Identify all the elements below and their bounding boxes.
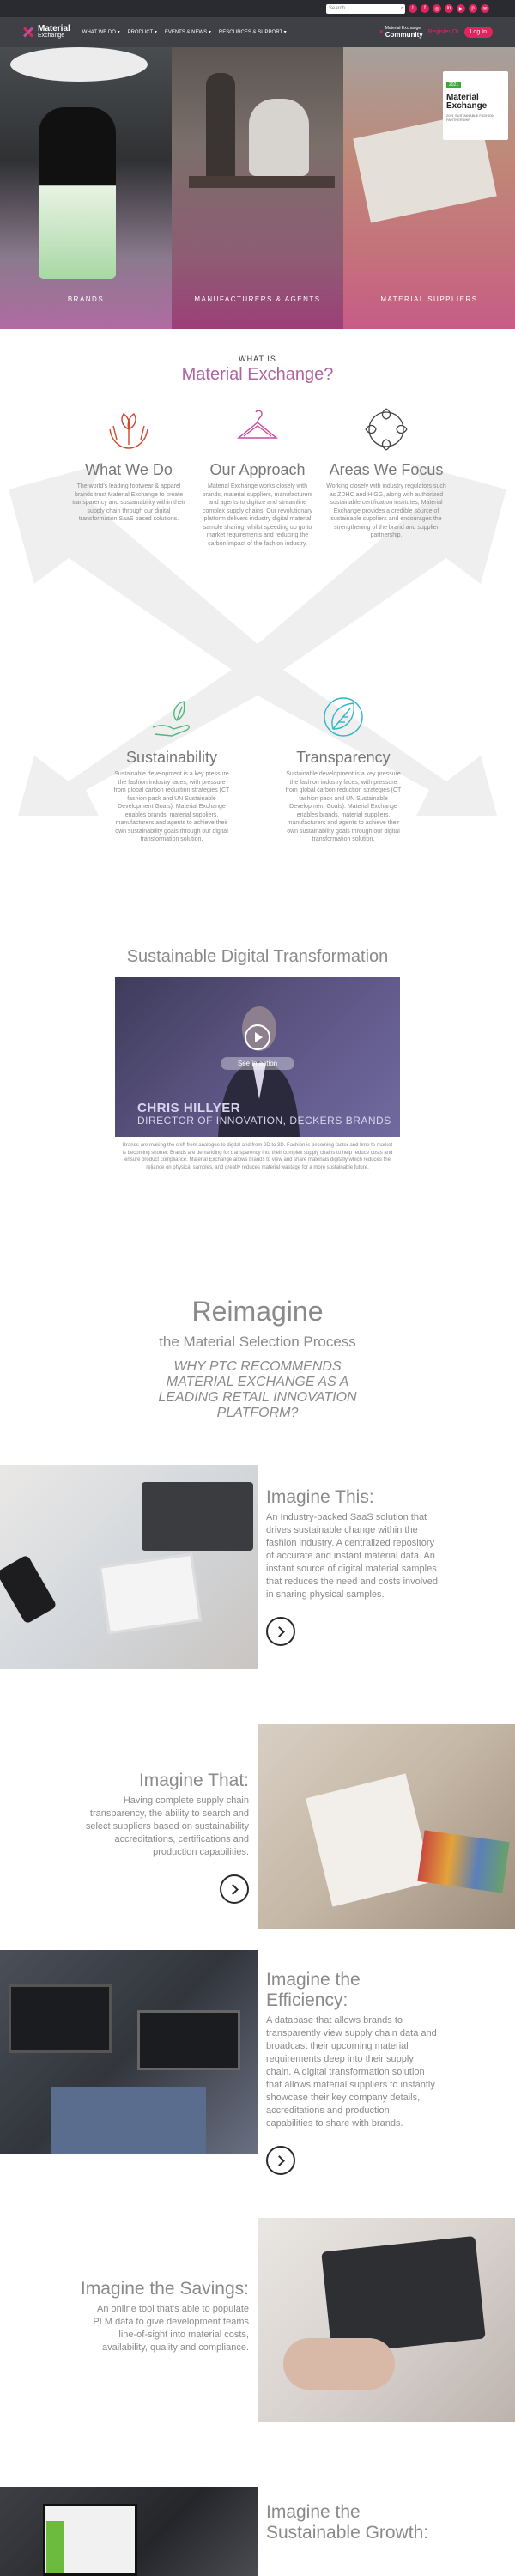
color-swatches <box>417 1830 510 1893</box>
pinterest-icon[interactable]: p <box>469 4 477 13</box>
feature-what-we-do: What We Do The world's leading footwear … <box>69 404 189 524</box>
imagine-this-image <box>0 1465 258 1669</box>
video-speaker-name: CHRIS HILLYER <box>137 1101 241 1115</box>
hero-panel-suppliers[interactable]: 2021 Material Exchange 2021 SUSTAINABLE … <box>343 47 515 329</box>
mannequin-figure <box>206 73 235 185</box>
what-is-kicker: WHAT IS <box>239 355 276 363</box>
imagine-savings-image <box>258 2218 515 2422</box>
video-player[interactable]: See in action CHRIS HILLYER DIRECTOR OF … <box>115 977 400 1137</box>
imagine-this-arrow-button[interactable] <box>266 1617 295 1646</box>
imagine-efficiency-arrow-button[interactable] <box>266 2146 295 2175</box>
why-ptc-heading: WHY PTC RECOMMENDS MATERIAL EXCHANGE AS … <box>158 1359 357 1420</box>
nav-item-resources-support[interactable]: RESOURCES & SUPPORT ▾ <box>219 29 287 35</box>
facebook-icon[interactable]: f <box>421 4 429 13</box>
main-nav: Material Exchange WHAT WE DO ▾ PRODUCT ▾… <box>0 17 515 47</box>
sketch-paper <box>306 1773 433 1907</box>
worker-figure <box>249 99 309 176</box>
imagine-savings-text: Imagine the Savings: An online tool that… <box>80 2279 249 2353</box>
imagine-efficiency-image <box>0 1950 258 2154</box>
login-button[interactable]: Log In <box>464 27 493 38</box>
community-logo-icon: ✕ <box>379 30 384 35</box>
reimagine-title: Reimagine <box>191 1296 324 1327</box>
hanger-icon <box>237 410 278 439</box>
logo[interactable]: Material Exchange <box>22 24 70 39</box>
hero-banner: BRANDS MANUFACTURERS & AGENTS 2021 Mater… <box>0 47 515 329</box>
leaf-transparency-icon <box>324 697 363 737</box>
monitor-shape <box>9 1984 112 2053</box>
leaf-circle-icon <box>365 408 408 451</box>
nav-item-product[interactable]: PRODUCT ▾ <box>128 29 157 35</box>
play-icon[interactable] <box>245 1024 270 1050</box>
sdt-title: Sustainable Digital Transformation <box>126 947 389 966</box>
imagine-this-text: Imagine This: An Industry-backed SaaS so… <box>266 1487 438 1646</box>
see-in-action-button[interactable]: See in action <box>221 1057 294 1070</box>
hand-leaf-icon <box>152 701 190 737</box>
instagram-icon[interactable]: ◎ <box>433 4 441 13</box>
imagine-that-text: Imagine That: Having complete supply cha… <box>77 1771 249 1904</box>
hand-shape <box>283 2338 395 2390</box>
award-badge: 2021 Material Exchange 2021 SUSTAINABLE … <box>443 71 508 140</box>
feature-areas-we-focus: Areas We Focus Working closely with indu… <box>326 404 446 540</box>
feature-our-approach: Our Approach Material Exchange works clo… <box>197 404 318 548</box>
video-caption: Brands are making the shift from analogu… <box>122 1143 393 1170</box>
hero-panel-brands[interactable]: BRANDS <box>0 47 172 329</box>
denim-fabric <box>52 2087 206 2154</box>
community-link[interactable]: ✕ Material Exchange Community <box>379 26 423 39</box>
laptop-shape <box>137 2010 240 2070</box>
utility-bar: Search ⌕ t f ◎ in ▶ p ✉ <box>0 0 515 17</box>
youtube-icon[interactable]: ▶ <box>457 4 465 13</box>
imagine-that-image <box>258 1724 515 1929</box>
search-input[interactable]: Search ⌕ <box>326 3 405 14</box>
phone-shape <box>0 1554 58 1625</box>
imagine-growth-image <box>0 2487 258 2576</box>
feature-sustainability: Sustainability Sustainable development i… <box>112 691 232 844</box>
nav-menu: WHAT WE DO ▾ PRODUCT ▾ EVENTS & NEWS ▾ R… <box>82 29 287 35</box>
hands-plant-icon <box>109 413 148 449</box>
nav-item-events-news[interactable]: EVENTS & NEWS ▾ <box>165 29 211 35</box>
hero-panel-manufacturers[interactable]: MANUFACTURERS & AGENTS <box>172 47 343 329</box>
what-is-title: Material Exchange? <box>181 365 334 384</box>
feature-transparency: Transparency Sustainable development is … <box>283 691 403 844</box>
hat-shape <box>10 47 148 82</box>
register-link[interactable]: Register Or <box>428 29 459 35</box>
video-speaker-role: DIRECTOR OF INNOVATION, DECKERS BRANDS <box>137 1115 391 1127</box>
chevron-right-icon <box>274 1625 285 1637</box>
imagine-growth-text: Imagine the Sustainable Growth: <box>266 2502 429 2543</box>
model-figure <box>39 107 116 279</box>
email-icon[interactable]: ✉ <box>481 4 489 13</box>
green-panel <box>46 2521 64 2573</box>
laptop-shape <box>142 1482 253 1551</box>
search-icon[interactable]: ⌕ <box>401 6 405 12</box>
laptop-shape <box>321 2235 486 2355</box>
logo-x-icon <box>22 26 34 39</box>
reimagine-subtitle: the Material Selection Process <box>159 1334 356 1350</box>
linkedin-icon[interactable]: in <box>445 4 453 13</box>
nav-item-what-we-do[interactable]: WHAT WE DO ▾ <box>82 29 120 35</box>
imagine-efficiency-text: Imagine the Efficiency: A database that … <box>266 1970 438 2175</box>
chevron-right-icon <box>227 1883 239 1895</box>
twitter-icon[interactable]: t <box>409 4 417 13</box>
imagine-that-arrow-button[interactable] <box>220 1874 249 1904</box>
tablet-shape <box>98 1552 203 1635</box>
chevron-right-icon <box>274 2154 285 2166</box>
worktable <box>189 176 335 188</box>
